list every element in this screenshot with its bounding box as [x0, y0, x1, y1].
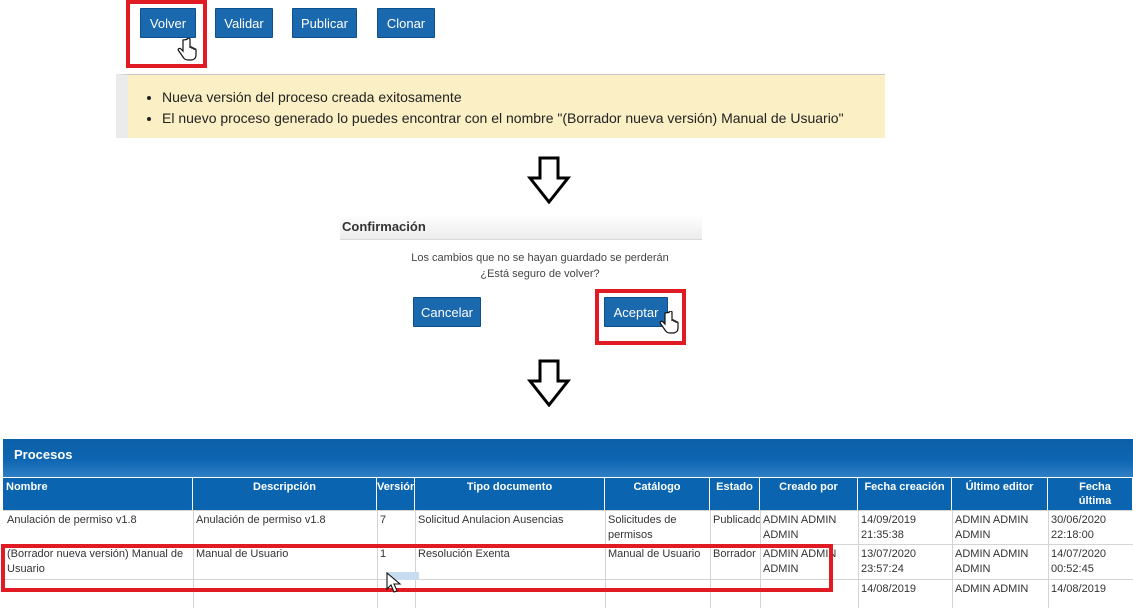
column-header-catalogo[interactable]: Catálogo: [605, 478, 710, 510]
arrow-down-icon: [527, 156, 571, 204]
cell-ultimo-editor: ADMIN ADMIN ADMIN: [955, 514, 1029, 541]
validar-button[interactable]: Validar: [215, 8, 273, 38]
clonar-button[interactable]: Clonar: [377, 8, 435, 38]
column-header-nombre[interactable]: Nombre: [3, 478, 193, 510]
cell-tipo-documento: Solicitud Anulacion Ausencias: [418, 514, 564, 526]
cell-fecha-ultima-edicion: 30/06/2020 22:18:00: [1051, 514, 1107, 541]
grid-header: Procesos: [3, 439, 1133, 477]
cell-fecha-creacion: 14/09/2019 21:35:38: [861, 514, 917, 541]
cell-fecha-ultima-edicion: 14/07/2020 00:52:45: [1051, 548, 1107, 575]
hand-pointer-icon: [177, 38, 197, 61]
column-header-fecha-ultima-edicion[interactable]: Fecha última edición: [1048, 478, 1133, 521]
cell-nombre[interactable]: Anulación de permiso v1.8: [7, 513, 191, 528]
grid-title: Procesos: [14, 447, 73, 462]
cell-fecha-creacion: 14/08/2019: [861, 583, 917, 595]
arrow-down-icon: [527, 359, 571, 407]
cell-ultimo-editor: ADMIN ADMIN ADMIN: [955, 548, 1029, 575]
cancelar-button[interactable]: Cancelar: [413, 297, 481, 327]
dialog-warning: Los cambios que no se hayan guardado se …: [411, 252, 669, 264]
dialog-title: Confirmación: [342, 219, 426, 234]
column-header-fecha-creacion[interactable]: Fecha creación: [858, 478, 952, 510]
cell-descripcion: Anulación de permiso v1.8: [196, 514, 326, 526]
col-divider: [1048, 510, 1049, 608]
column-header-tipo-documento[interactable]: Tipo documento: [415, 478, 605, 510]
column-header-ultimo-editor[interactable]: Último editor: [952, 478, 1048, 510]
dialog-header: Confirmación: [340, 215, 702, 240]
cell-version: 7: [380, 514, 387, 526]
cell-estado: Publicado: [713, 514, 760, 526]
column-header-descripcion[interactable]: Descripción: [193, 478, 377, 510]
arrow-pointer-icon: [386, 572, 402, 593]
column-header-creado-por[interactable]: Creado por: [760, 478, 858, 510]
message-item: Nueva versión del proceso creada exitosa…: [162, 87, 844, 108]
cell-fecha-ultima-edicion: 14/08/2019: [1051, 583, 1107, 595]
dialog-question: ¿Está seguro de volver?: [480, 268, 600, 280]
success-message: Nueva versión del proceso creada exitosa…: [116, 74, 885, 138]
highlight-new-process-row: [1, 544, 833, 592]
message-item: El nuevo proceso generado lo puedes enco…: [162, 108, 844, 129]
publicar-button[interactable]: Publicar: [292, 8, 357, 38]
cell-creado-por: ADMIN ADMIN ADMIN: [763, 514, 837, 541]
col-divider: [952, 510, 953, 608]
cell-ultimo-editor: ADMIN ADMIN: [955, 583, 1029, 595]
column-header-version[interactable]: Versión: [377, 478, 417, 510]
cell-fecha-creacion: 13/07/2020 23:57:24: [861, 548, 917, 575]
cell-catalogo: Solicitudes de permisos: [608, 514, 677, 541]
column-header-estado[interactable]: Estado: [710, 478, 760, 510]
col-divider: [858, 510, 859, 608]
row-divider: [3, 510, 1133, 511]
hand-pointer-icon: [659, 311, 679, 334]
